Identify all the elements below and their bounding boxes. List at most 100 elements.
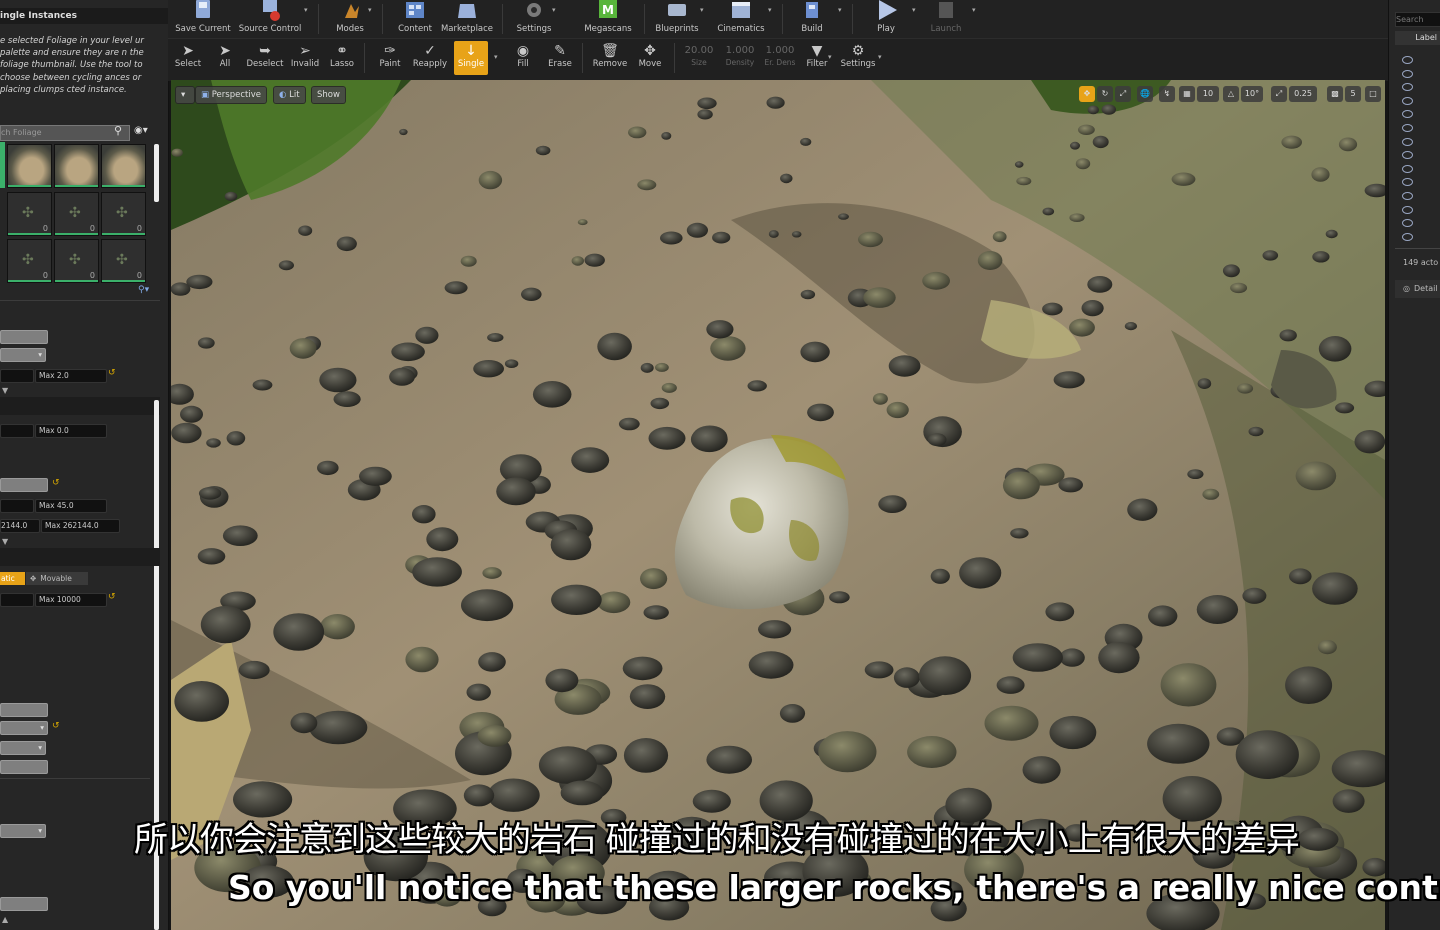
- lasso-tool-button[interactable]: ⚭ Lasso: [324, 43, 360, 69]
- deselect-button[interactable]: ➥ Deselect: [244, 43, 286, 69]
- mobility-static-button[interactable]: atic: [0, 572, 25, 585]
- max-value-field-4[interactable]: Max 262144.0: [41, 519, 120, 533]
- foliage-thumb-rock-1[interactable]: [7, 144, 52, 188]
- visibility-eye-icon[interactable]: [1402, 137, 1413, 146]
- build-button[interactable]: Build: [792, 0, 832, 34]
- erase-density-field[interactable]: 1.000 Er. Dens: [760, 45, 800, 67]
- erase-tool-button[interactable]: ✎ Erase: [542, 43, 578, 69]
- paint-tool-button[interactable]: ✑ Paint: [372, 43, 408, 69]
- min-value-field[interactable]: [0, 424, 34, 438]
- min-value-field[interactable]: [0, 369, 34, 383]
- visibility-eye-icon[interactable]: [1402, 205, 1413, 214]
- details-tab[interactable]: ◎ Detail: [1395, 280, 1440, 298]
- remove-tool-button[interactable]: 🗑 Remove: [588, 43, 632, 69]
- visibility-eye-icon[interactable]: [1402, 232, 1413, 241]
- rotation-snap-value[interactable]: 10°: [1241, 86, 1263, 102]
- transform-move-icon[interactable]: ✥: [1079, 86, 1095, 102]
- property-dropdown[interactable]: ▾: [0, 741, 46, 755]
- foliage-settings-button[interactable]: ⚙ Settings: [838, 43, 878, 69]
- world-local-icon[interactable]: 🌐: [1137, 86, 1153, 102]
- reset-icon[interactable]: ↺: [52, 721, 60, 731]
- play-button[interactable]: Play: [862, 0, 910, 34]
- maximize-viewport-icon[interactable]: □: [1365, 86, 1381, 102]
- reset-icon[interactable]: ↺: [108, 592, 116, 602]
- reapply-tool-button[interactable]: ✓ Reapply: [408, 43, 452, 69]
- chevron-down-icon[interactable]: ▾: [304, 6, 308, 14]
- chevron-down-icon[interactable]: ▾: [768, 6, 772, 14]
- reset-icon[interactable]: ↺: [108, 368, 116, 378]
- modes-button[interactable]: Modes: [328, 0, 372, 34]
- launch-button[interactable]: Launch: [922, 0, 970, 34]
- section-header[interactable]: [0, 548, 160, 566]
- viewport-options-button[interactable]: ▾: [175, 86, 195, 104]
- single-tool-button[interactable]: ↓ Single: [454, 41, 488, 75]
- foliage-thumb-rock-3[interactable]: [101, 144, 146, 188]
- transform-scale-icon[interactable]: ⤢: [1115, 86, 1131, 102]
- foliage-thumb-plant-3[interactable]: 0 ✣: [101, 192, 146, 236]
- foliage-thumb-plant-6[interactable]: 0 ✣: [101, 239, 146, 283]
- chevron-down-icon[interactable]: ▾: [972, 6, 976, 14]
- property-field[interactable]: [0, 330, 48, 344]
- foliage-thumb-plant-1[interactable]: 0 ✣: [7, 192, 52, 236]
- reset-icon[interactable]: ↺: [52, 478, 60, 488]
- camera-speed-value[interactable]: 5: [1345, 86, 1361, 102]
- rotation-snap-icon[interactable]: △: [1223, 86, 1239, 102]
- grid-snap-value[interactable]: 10: [1197, 86, 1219, 102]
- chevron-down-icon[interactable]: ▾: [494, 53, 498, 61]
- scale-snap-icon[interactable]: ⤢: [1271, 86, 1287, 102]
- max-value-field-1[interactable]: Max 2.0: [35, 369, 107, 383]
- section-header[interactable]: [0, 397, 160, 415]
- foliage-search-input[interactable]: ch Foliage: [0, 125, 130, 141]
- chevron-down-icon[interactable]: ▾: [878, 53, 882, 61]
- move-tool-button[interactable]: ✥ Move: [632, 43, 668, 69]
- marketplace-button[interactable]: Marketplace: [438, 0, 496, 34]
- chevron-down-icon[interactable]: ▾: [828, 53, 832, 61]
- label-column-header[interactable]: Label: [1395, 31, 1440, 45]
- min-value-field[interactable]: [0, 593, 34, 607]
- view-options-eye-icon[interactable]: ◉▾: [134, 125, 148, 136]
- foliage-thumb-rock-2[interactable]: [54, 144, 99, 188]
- thumbnail-scrollbar[interactable]: [154, 144, 159, 202]
- property-dropdown[interactable]: ▾: [0, 721, 48, 735]
- min-value-field[interactable]: [0, 499, 34, 513]
- mobility-movable-button[interactable]: ✥ Movable: [26, 572, 88, 585]
- chevron-down-icon[interactable]: ▾: [912, 6, 916, 14]
- visibility-eye-icon[interactable]: [1402, 219, 1413, 228]
- property-field[interactable]: [0, 760, 48, 774]
- max-value-field-2[interactable]: Max 0.0: [35, 424, 107, 438]
- chevron-down-icon[interactable]: ▾: [552, 6, 556, 14]
- surface-snap-icon[interactable]: ↯: [1159, 86, 1175, 102]
- source-control-button[interactable]: Source Control: [234, 0, 306, 34]
- megascans-button[interactable]: M Megascans: [578, 0, 638, 34]
- visibility-eye-icon[interactable]: [1402, 192, 1413, 200]
- outliner-search-input[interactable]: Search: [1395, 12, 1440, 27]
- expand-arrow-icon[interactable]: ▼: [2, 386, 8, 395]
- chevron-down-icon[interactable]: ▾: [700, 6, 704, 14]
- select-all-button[interactable]: ➤ All: [208, 43, 242, 69]
- fill-tool-button[interactable]: ◉ Fill: [506, 43, 540, 69]
- foliage-thumb-plant-2[interactable]: 0 ✣: [54, 192, 99, 236]
- expand-arrow-icon[interactable]: ▼: [2, 537, 8, 546]
- perspective-button[interactable]: ▣ Perspective: [195, 86, 267, 104]
- paint-density-field[interactable]: 1.000 Density: [720, 45, 760, 67]
- select-tool-button[interactable]: ➤ Select: [170, 43, 206, 69]
- min-value-field-4[interactable]: 2144.0: [0, 519, 40, 533]
- thumbnail-size-icon[interactable]: ⚲▾: [138, 285, 149, 295]
- save-current-button[interactable]: Save Current: [172, 0, 234, 34]
- visibility-eye-icon[interactable]: [1402, 178, 1413, 187]
- blueprints-button[interactable]: Blueprints: [652, 0, 702, 34]
- foliage-thumb-plant-4[interactable]: 0 ✣: [7, 239, 52, 283]
- expand-arrow-icon[interactable]: ▲: [2, 915, 8, 924]
- visibility-eye-icon[interactable]: [1402, 110, 1413, 119]
- grid-snap-icon[interactable]: ▦: [1179, 86, 1195, 102]
- show-flags-button[interactable]: Show: [311, 86, 346, 104]
- lit-mode-button[interactable]: ◐ Lit: [273, 86, 306, 104]
- visibility-eye-icon[interactable]: [1402, 164, 1413, 173]
- max-value-field-5[interactable]: Max 10000: [35, 593, 107, 607]
- camera-speed-icon[interactable]: ▩: [1327, 86, 1343, 102]
- property-field[interactable]: [0, 478, 48, 492]
- visibility-eye-icon[interactable]: [1402, 83, 1413, 92]
- visibility-eye-icon[interactable]: [1402, 124, 1413, 132]
- scale-snap-value[interactable]: 0.25: [1289, 86, 1317, 102]
- select-invalid-button[interactable]: ➢ Invalid: [286, 43, 324, 69]
